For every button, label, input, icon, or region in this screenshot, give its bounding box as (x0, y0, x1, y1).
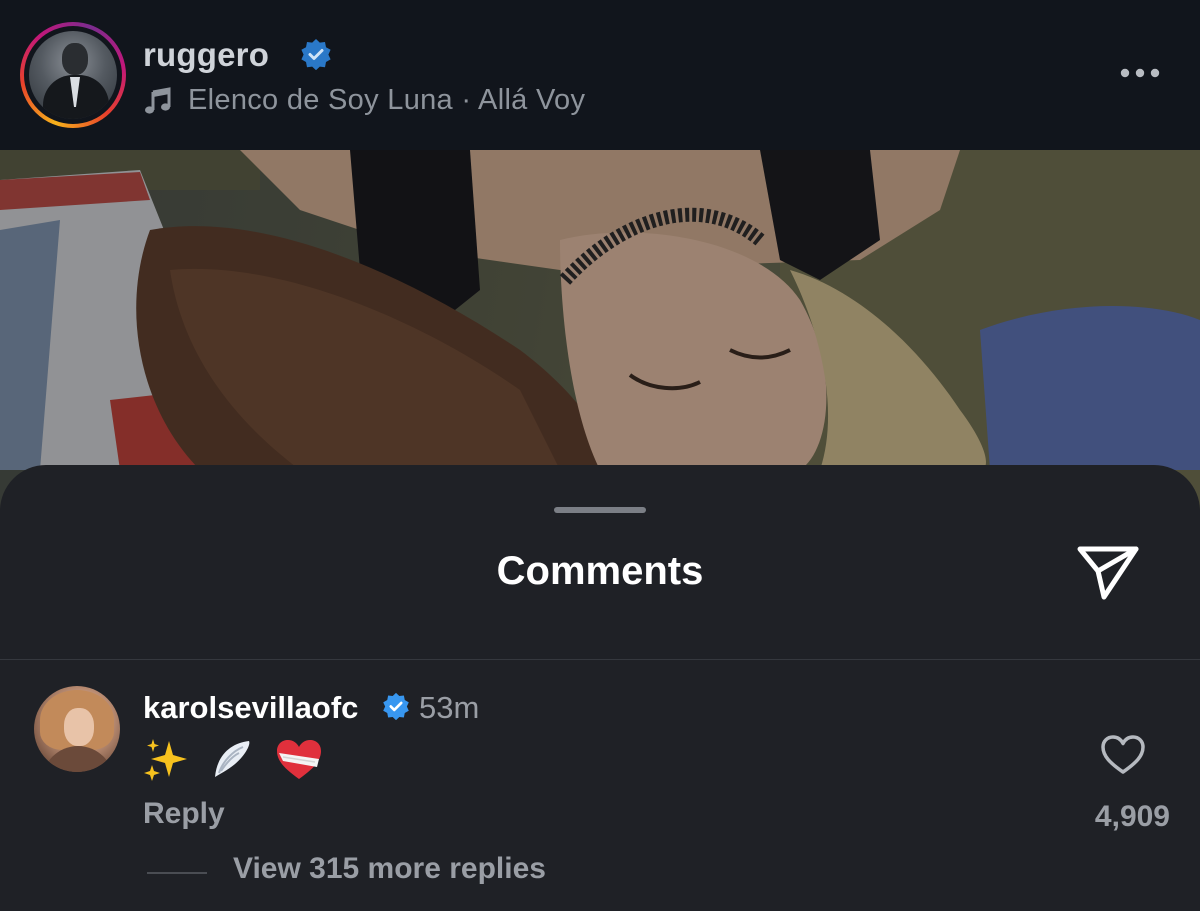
commenter-username[interactable]: karolsevillaofc (143, 690, 358, 726)
comments-sheet: Comments karolsevillaofc 53m ✨ 🪽 ❤️‍🩹 (0, 465, 1200, 911)
comment-timestamp: 53m (419, 690, 480, 725)
comment-item: karolsevillaofc 53m ✨ 🪽 ❤️‍🩹 (0, 660, 1200, 911)
view-more-replies-button[interactable]: View 315 more replies (233, 852, 546, 886)
post-header: ruggero Elenco de Soy Luna · Allá Voy (0, 0, 1200, 150)
mending-heart-icon (277, 740, 322, 780)
more-options-icon[interactable] (1118, 66, 1162, 80)
reply-button[interactable]: Reply (143, 797, 225, 831)
sparkles-icon (144, 739, 187, 782)
send-icon[interactable] (1074, 541, 1142, 603)
song-attribution[interactable]: Elenco de Soy Luna · Allá Voy (188, 84, 585, 117)
commenter-avatar[interactable] (34, 686, 120, 772)
post-username[interactable]: ruggero (143, 36, 269, 74)
heart-icon[interactable] (1100, 734, 1146, 776)
replies-divider-line (147, 872, 207, 874)
comment-text: ✨ 🪽 ❤️‍🩹 (143, 736, 333, 783)
like-count: 4,909 (1094, 800, 1170, 833)
avatar (29, 31, 117, 119)
verified-badge-icon (301, 39, 331, 70)
comments-title: Comments (496, 549, 704, 593)
drag-handle[interactable] (554, 507, 646, 513)
music-note-icon (145, 87, 171, 114)
wing-icon (215, 741, 250, 778)
verified-badge-icon (383, 692, 409, 720)
story-ring-avatar[interactable] (20, 22, 126, 128)
